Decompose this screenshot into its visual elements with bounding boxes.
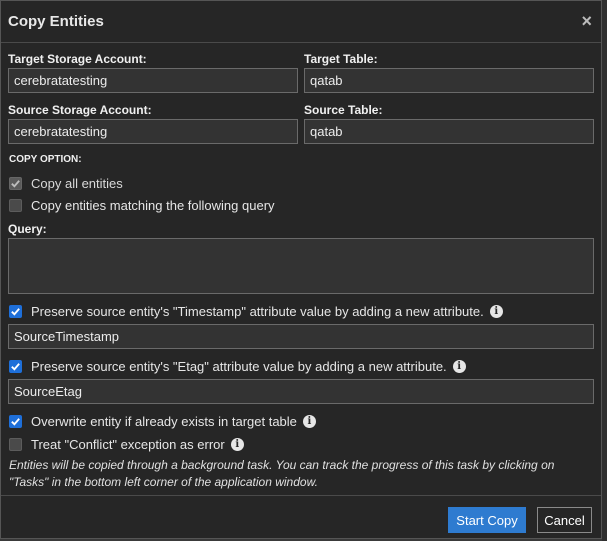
checkmark-icon [11,362,20,371]
info-icon[interactable]: i [230,437,244,451]
overwrite-label: Overwrite entity if already exists in ta… [31,413,297,429]
copy-option-heading: COPY OPTION: [9,154,82,165]
preserve-timestamp-label: Preserve source entity's "Timestamp" att… [31,303,484,319]
close-icon[interactable]: × [581,11,592,31]
etag-attribute-input[interactable] [8,379,594,404]
preserve-timestamp-option[interactable]: Preserve source entity's "Timestamp" att… [9,303,503,319]
source-table-input[interactable] [304,119,594,144]
copy-entities-dialog: Copy Entities × Target Storage Account: … [0,0,602,539]
target-table-label: Target Table: [304,52,378,66]
preserve-etag-option[interactable]: Preserve source entity's "Etag" attribut… [9,358,466,374]
source-table-label: Source Table: [304,103,383,117]
target-account-input[interactable] [8,68,298,93]
copy-query-option[interactable]: Copy entities matching the following que… [9,197,275,213]
overwrite-option[interactable]: Overwrite entity if already exists in ta… [9,413,316,429]
source-account-label: Source Storage Account: [8,103,152,117]
copy-query-label: Copy entities matching the following que… [31,197,275,213]
copy-all-checkbox[interactable] [9,176,22,190]
footer-divider [1,495,601,496]
timestamp-attribute-input[interactable] [8,324,594,349]
cancel-button[interactable]: Cancel [537,507,592,533]
target-table-input[interactable] [304,68,594,93]
checkmark-icon [11,417,20,426]
target-account-label: Target Storage Account: [8,52,147,66]
source-account-input[interactable] [8,119,298,144]
copy-all-label: Copy all entities [31,175,123,191]
conflict-option[interactable]: Treat "Conflict" exception as error i [9,436,244,452]
overwrite-checkbox[interactable] [9,414,22,428]
conflict-checkbox[interactable] [9,437,22,451]
preserve-etag-label: Preserve source entity's "Etag" attribut… [31,358,447,374]
preserve-etag-checkbox[interactable] [9,359,22,373]
preserve-timestamp-checkbox[interactable] [9,304,22,318]
start-copy-button[interactable]: Start Copy [448,507,526,533]
info-icon[interactable]: i [452,359,466,373]
dialog-title: Copy Entities [8,13,104,30]
checkmark-icon [11,307,20,316]
background-task-note: Entities will be copied through a backgr… [9,458,555,489]
dialog-titlebar: Copy Entities × [1,1,601,43]
conflict-label: Treat "Conflict" exception as error [31,436,225,452]
background-window-edge [602,0,607,541]
query-textarea[interactable] [8,238,594,294]
info-icon[interactable]: i [489,304,503,318]
checkmark-icon [11,179,20,188]
info-icon[interactable]: i [302,414,316,428]
copy-all-option[interactable]: Copy all entities [9,175,123,191]
query-label: Query: [8,222,47,236]
copy-query-checkbox[interactable] [9,198,22,212]
